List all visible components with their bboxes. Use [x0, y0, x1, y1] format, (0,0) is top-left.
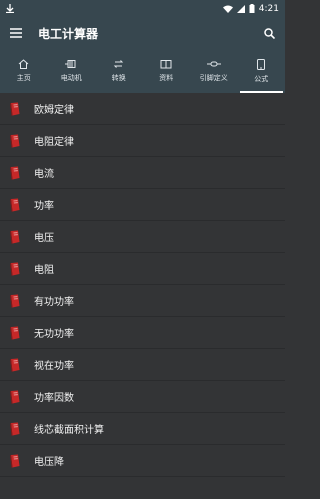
book-icon	[0, 134, 30, 148]
list-item-label: 功率因数	[34, 393, 74, 404]
tab-motor[interactable]: 电动机	[48, 49, 96, 93]
signal-icon	[236, 4, 245, 13]
list-item[interactable]: 有功功率	[0, 285, 285, 317]
pin-icon	[206, 59, 221, 69]
search-icon[interactable]	[264, 27, 275, 39]
tab-label: 引脚定义	[199, 74, 228, 82]
status-time: 4:21	[258, 3, 279, 14]
book-icon	[0, 422, 30, 436]
book-icon	[0, 294, 30, 308]
list-item-label: 欧姆定律	[34, 105, 74, 116]
list-item[interactable]: 电压	[0, 221, 285, 253]
list-item[interactable]: 电阻定律	[0, 125, 285, 157]
list-item-label: 电压降	[34, 457, 64, 468]
battery-icon	[249, 4, 255, 13]
list-item-label: 视在功率	[34, 361, 74, 372]
book-icon	[0, 198, 30, 212]
list-item-label: 电阻	[34, 265, 54, 276]
list-item[interactable]: 视在功率	[0, 349, 285, 381]
tab-convert[interactable]: 转换	[95, 49, 143, 93]
wifi-icon	[222, 5, 233, 13]
tab-docs[interactable]: 资料	[143, 49, 191, 93]
book-icon	[0, 390, 30, 404]
list-item[interactable]: 线芯截面积计算	[0, 413, 285, 445]
list-item-label: 有功功率	[34, 297, 74, 308]
list-item-label: 功率	[34, 201, 54, 212]
list-item-label: 电阻定律	[34, 137, 74, 148]
app-title: 电工计算器	[38, 26, 99, 41]
book-icon	[0, 230, 30, 244]
home-icon	[18, 59, 29, 69]
tab-bar: 主页 电动机 转换 资料 引脚定义 公式	[0, 49, 285, 93]
tab-home[interactable]: 主页	[0, 49, 48, 93]
book-icon	[0, 166, 30, 180]
list-item-label: 线芯截面积计算	[34, 425, 104, 436]
menu-icon[interactable]	[10, 28, 22, 38]
tab-label: 转换	[111, 74, 126, 82]
motor-icon	[65, 59, 77, 69]
tab-label: 公式	[254, 74, 269, 83]
convert-icon	[113, 59, 124, 69]
tab-label: 电动机	[60, 74, 82, 82]
tab-label: 资料	[159, 74, 174, 82]
tab-formula[interactable]: 公式	[238, 49, 286, 93]
list-item[interactable]: 电阻	[0, 253, 285, 285]
list-item[interactable]: 电压降	[0, 445, 285, 477]
list-item[interactable]: 电流	[0, 157, 285, 189]
list-item[interactable]: 无功功率	[0, 317, 285, 349]
book-icon	[160, 59, 172, 69]
list-item[interactable]: 功率因数	[0, 381, 285, 413]
phone-icon	[257, 58, 266, 70]
list-item[interactable]: 欧姆定律	[0, 93, 285, 125]
tab-label: 主页	[16, 74, 31, 82]
formula-list: 欧姆定律电阻定律电流功率电压电阻有功功率无功功率视在功率功率因数线芯截面积计算电…	[0, 93, 285, 499]
list-item[interactable]: 功率	[0, 189, 285, 221]
download-icon	[6, 4, 14, 13]
list-item-label: 无功功率	[34, 329, 74, 340]
book-icon	[0, 326, 30, 340]
app-bar: 电工计算器	[0, 17, 285, 49]
list-item-label: 电流	[34, 169, 54, 180]
book-icon	[0, 262, 30, 276]
book-icon	[0, 454, 30, 468]
status-bar: 4:21	[0, 0, 285, 17]
book-icon	[0, 102, 30, 116]
list-item-label: 电压	[34, 233, 54, 244]
book-icon	[0, 358, 30, 372]
tab-pinout[interactable]: 引脚定义	[190, 49, 238, 93]
